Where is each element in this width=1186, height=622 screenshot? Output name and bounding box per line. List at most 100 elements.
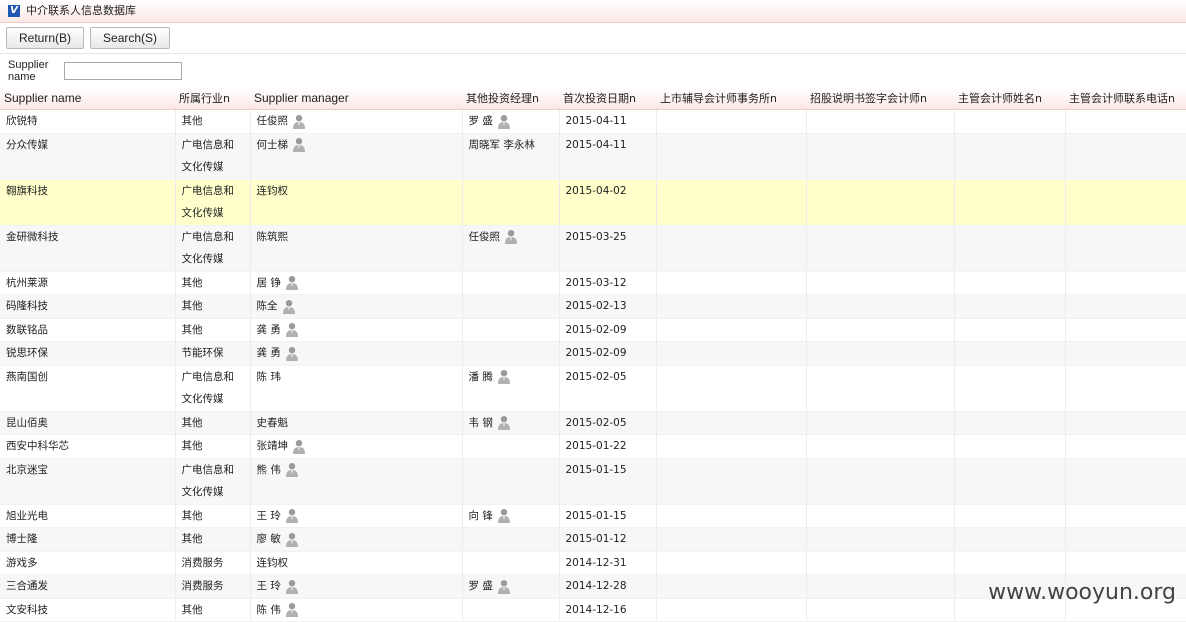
return-button[interactable]: Return(B): [6, 27, 85, 49]
cell-supplier-name: 金研微科技: [0, 225, 176, 272]
cell-other-managers: [462, 527, 560, 552]
cell-industry: 广电信息和文化传媒: [175, 458, 251, 505]
cell-signing-accountant: [806, 225, 955, 272]
cell-first-date: 2015-02-09: [559, 341, 657, 366]
person-icon[interactable]: [497, 508, 511, 524]
cell-signing-accountant: [806, 318, 955, 342]
person-icon[interactable]: [285, 275, 299, 291]
person-icon[interactable]: [285, 508, 299, 524]
cell-chief-accountant: [954, 225, 1066, 272]
person-icon[interactable]: [285, 346, 299, 361]
table-row[interactable]: 北京迷宝 广电信息和文化传媒熊 伟 2015-01-15: [0, 458, 1186, 505]
cell-accounting-firm: [656, 109, 807, 134]
table-body: 欣锐特 其他 任俊照罗 盛 2015-04-11 分众传媒 广电信息和文化传媒 何士梯 周晓军…: [0, 109, 1186, 622]
cell-other-managers: 向 锋: [462, 504, 560, 528]
person-icon[interactable]: [285, 532, 299, 547]
table-row[interactable]: 西安中科华芯 其他 张靖坤 2015-01-22: [0, 434, 1186, 459]
col-header-supplier-name[interactable]: Supplier name: [0, 87, 175, 110]
cell-other-managers: 罗 盛: [462, 574, 560, 599]
cell-chief-accountant-phone: [1065, 318, 1186, 342]
table-row[interactable]: 数联铭品 其他龚 勇 2015-02-09: [0, 318, 1186, 342]
cell-industry: 消费服务: [175, 551, 251, 575]
person-icon[interactable]: [504, 229, 518, 245]
cell-chief-accountant-phone: [1065, 458, 1186, 505]
cell-accounting-firm: [656, 225, 807, 272]
cell-other-managers: 潘 腾: [462, 365, 560, 412]
cell-signing-accountant: [806, 271, 955, 295]
cell-chief-accountant-phone: [1065, 271, 1186, 295]
manager-name: 任俊照: [256, 115, 289, 127]
cell-other-managers: [462, 341, 560, 366]
cell-first-date: 2014-12-31: [559, 551, 657, 575]
cell-industry: 其他: [175, 598, 251, 622]
table-row[interactable]: 分众传媒 广电信息和文化传媒 何士梯 周晓军 李永林 2015-04-11: [0, 133, 1186, 180]
supplier-name-input[interactable]: [64, 61, 182, 80]
cell-supplier-name: 数联铭品: [0, 318, 176, 342]
col-header-supplier-manager[interactable]: Supplier manager: [250, 87, 462, 110]
col-header-accounting-firm[interactable]: 上市辅导会计师事务所n: [656, 87, 806, 110]
watermark: www.wooyun.org: [988, 580, 1176, 605]
table-row[interactable]: 游戏多 消费服务 连钧权 2014-12-31: [0, 551, 1186, 575]
table-row[interactable]: 昆山佰奥 其他 史春魁 韦 钢 2015-02-05: [0, 411, 1186, 435]
cell-chief-accountant: [954, 271, 1066, 295]
cell-chief-accountant-phone: [1065, 411, 1186, 435]
person-icon[interactable]: [285, 462, 299, 478]
person-icon[interactable]: [497, 369, 511, 385]
manager-name: 龚 勇: [256, 323, 281, 336]
col-header-chief-accountant-phone[interactable]: 主管会计师联系电话n: [1065, 87, 1186, 110]
person-icon[interactable]: [285, 602, 299, 618]
cell-industry: 消费服务: [175, 574, 251, 599]
cell-other-managers: [462, 551, 560, 575]
table-row[interactable]: 锐思环保 节能环保龚 勇 2015-02-09: [0, 341, 1186, 366]
cell-chief-accountant-phone: [1065, 527, 1186, 552]
search-button[interactable]: Search(S): [90, 27, 171, 49]
table-row[interactable]: 码隆科技 其他 陈全 2015-02-13: [0, 294, 1186, 319]
table-row[interactable]: 金研微科技 广电信息和文化传媒 陈筑熙 任俊照 2015-03-25: [0, 225, 1186, 272]
table-header-row: Supplier name 所属行业n Supplier manager 其他投…: [0, 87, 1186, 110]
cell-first-date: 2015-02-09: [559, 318, 657, 342]
supplier-name-label: Supplier name: [8, 58, 49, 83]
manager-name: 熊 伟: [256, 463, 281, 476]
person-icon[interactable]: [282, 299, 296, 314]
table-row[interactable]: 燕南国创 广电信息和文化传媒陈 玮 潘 腾 2015-02-05: [0, 365, 1186, 412]
cell-industry: 其他: [175, 434, 251, 459]
cell-signing-accountant: [806, 504, 955, 528]
cell-first-date: 2015-02-05: [559, 365, 657, 412]
person-icon[interactable]: [292, 439, 306, 454]
person-icon[interactable]: [497, 415, 511, 431]
cell-accounting-firm: [656, 294, 807, 319]
cell-accounting-firm: [656, 318, 807, 342]
cell-supplier-name: 翱旗科技: [0, 179, 176, 226]
person-icon[interactable]: [497, 579, 511, 594]
cell-signing-accountant: [806, 341, 955, 366]
table-row[interactable]: 杭州莱源 其他居 铮 2015-03-12: [0, 271, 1186, 295]
col-header-first-invest-date[interactable]: 首次投资日期n: [559, 87, 656, 110]
person-icon[interactable]: [497, 114, 511, 129]
col-header-other-managers[interactable]: 其他投资经理n: [462, 87, 559, 110]
cell-supplier-name: 杭州莱源: [0, 271, 176, 295]
cell-chief-accountant: [954, 411, 1066, 435]
col-header-industry[interactable]: 所属行业n: [175, 87, 250, 110]
person-icon[interactable]: [292, 137, 306, 153]
manager-name: 居 铮: [256, 276, 281, 289]
table-row[interactable]: 博士隆 其他廖 敏 2015-01-12: [0, 527, 1186, 552]
cell-accounting-firm: [656, 365, 807, 412]
col-header-chief-accountant-name[interactable]: 主管会计师姓名n: [954, 87, 1065, 110]
table-row[interactable]: 翱旗科技 广电信息和文化传媒 连钧权 2015-04-02: [0, 179, 1186, 226]
cell-first-date: 2015-01-15: [559, 458, 657, 505]
cell-signing-accountant: [806, 133, 955, 180]
supplier-table: Supplier name 所属行业n Supplier manager 其他投…: [0, 87, 1186, 622]
cell-chief-accountant: [954, 133, 1066, 180]
person-icon[interactable]: [285, 322, 299, 338]
cell-supplier-name: 三合通发: [0, 574, 176, 599]
manager-name: 龚 勇: [256, 347, 281, 359]
table-row[interactable]: 欣锐特 其他 任俊照 罗 盛 2015-04-11: [0, 109, 1186, 134]
person-icon[interactable]: [285, 579, 299, 594]
other-manager-name: 韦 钢: [468, 416, 493, 429]
table-row[interactable]: 旭业光电 其他王 玲 向 锋 2015-01-15: [0, 504, 1186, 528]
cell-accounting-firm: [656, 527, 807, 552]
col-header-signing-accountant[interactable]: 招股说明书签字会计师n: [806, 87, 954, 110]
toolbar: Return(B) Search(S): [0, 23, 1186, 54]
cell-other-managers: 周晓军 李永林: [462, 133, 560, 180]
person-icon[interactable]: [292, 114, 306, 129]
